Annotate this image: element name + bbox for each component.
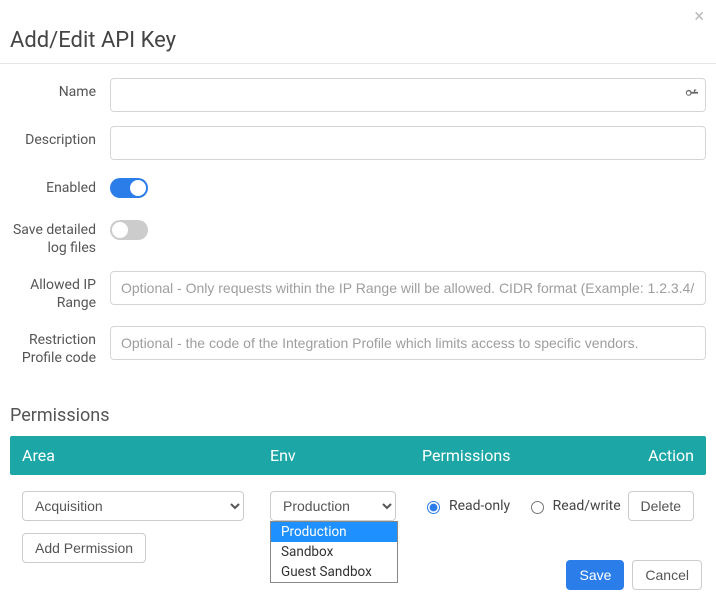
name-input[interactable] [110,78,706,112]
env-option-guest-sandbox[interactable]: Guest Sandbox [271,562,397,582]
ip-range-label: Allowed IP Range [10,271,110,312]
area-select[interactable]: Acquisition [22,491,244,521]
readwrite-label: Read/write [553,498,621,514]
description-input[interactable] [110,126,706,160]
col-perm-header: Permissions [422,446,622,465]
readwrite-radio[interactable] [531,501,544,514]
name-label: Name [10,78,110,102]
readonly-label: Read-only [449,498,510,514]
description-label: Description [10,126,110,150]
save-button[interactable]: Save [566,560,624,590]
enabled-toggle[interactable] [110,178,148,198]
add-permission-button[interactable]: Add Permission [22,533,146,563]
dialog-title: Add/Edit API Key [0,0,716,64]
col-env-header: Env [270,446,422,465]
log-files-label: Save detailed log files [10,216,110,257]
log-files-toggle[interactable] [110,220,148,240]
env-option-sandbox[interactable]: Sandbox [271,542,397,562]
permission-row: Acquisition Production Read-only Read/wr… [10,475,706,529]
close-button[interactable]: × [694,6,704,27]
ip-range-input[interactable] [110,271,706,305]
profile-code-input[interactable] [110,326,706,360]
env-select[interactable]: Production [270,491,396,521]
col-area-header: Area [22,446,270,465]
col-action-header: Action [622,446,694,465]
env-option-production[interactable]: Production [271,522,397,542]
profile-code-label: Restriction Profile code [10,326,110,367]
cancel-button[interactable]: Cancel [632,560,702,590]
delete-button[interactable]: Delete [628,491,694,521]
readonly-radio[interactable] [427,501,440,514]
permissions-title: Permissions [0,405,716,436]
enabled-label: Enabled [10,174,110,198]
env-dropdown-list: Production Sandbox Guest Sandbox [270,521,398,583]
